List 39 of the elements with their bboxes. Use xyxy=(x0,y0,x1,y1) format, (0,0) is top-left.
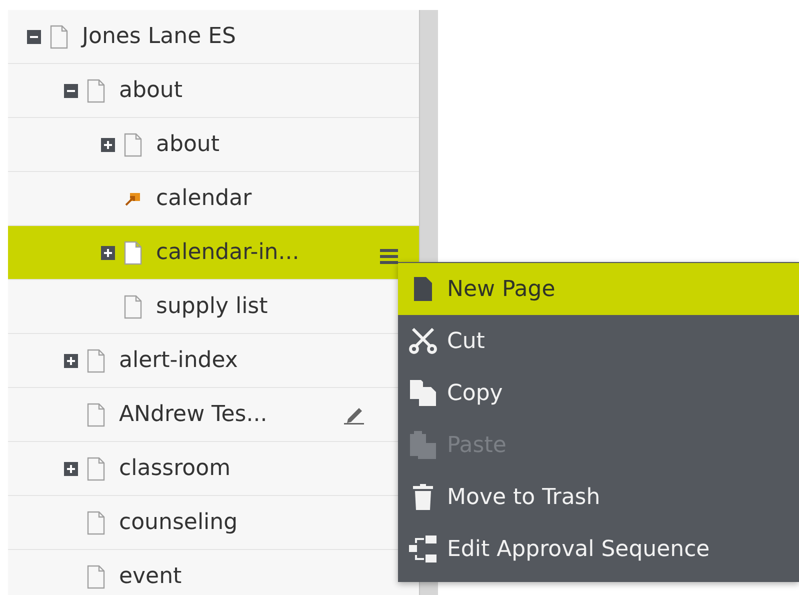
copy-icon xyxy=(409,379,437,407)
tree-row[interactable]: Jones Lane ES xyxy=(8,10,420,64)
page-icon xyxy=(413,276,433,302)
page-icon xyxy=(87,510,105,534)
page-icon xyxy=(124,294,142,318)
scissors-icon xyxy=(409,328,437,354)
page-icon xyxy=(87,456,105,480)
menu-item[interactable]: New Page xyxy=(398,263,799,315)
expand-icon[interactable] xyxy=(64,354,78,368)
tree-item-label: Jones Lane ES xyxy=(82,24,236,49)
page-icon xyxy=(87,402,105,426)
tree-item-label: counseling xyxy=(119,510,238,535)
expand-icon[interactable] xyxy=(101,138,115,152)
tree-item-label: calendar-in... xyxy=(156,240,300,265)
collapse-icon[interactable] xyxy=(64,84,78,98)
tree-item-label: alert-index xyxy=(119,348,238,373)
workflow-icon xyxy=(408,535,438,563)
clipboard-icon xyxy=(409,430,437,460)
tree-row[interactable]: about xyxy=(8,118,420,172)
page-icon xyxy=(124,240,142,264)
collapse-icon[interactable] xyxy=(27,30,41,44)
page-icon xyxy=(50,24,68,48)
tree-item-label: calendar xyxy=(156,186,252,211)
page-icon xyxy=(124,132,142,156)
expand-icon[interactable] xyxy=(64,462,78,476)
tree-item-label: classroom xyxy=(119,456,231,481)
tree-row[interactable]: calendar-in... xyxy=(8,226,420,280)
page-icon xyxy=(87,348,105,372)
tree-item-label: about xyxy=(156,132,220,157)
menu-icon[interactable] xyxy=(380,249,398,264)
expand-icon[interactable] xyxy=(101,246,115,260)
tree-item-label: about xyxy=(119,78,182,103)
tree-item-label: supply list xyxy=(156,294,268,319)
page-icon xyxy=(87,78,105,102)
page-icon xyxy=(87,564,105,588)
tree-item-label: event xyxy=(119,564,182,589)
tree-row[interactable]: about xyxy=(8,64,420,118)
trash-icon xyxy=(413,484,433,510)
tree-item-label: ANdrew Tes... xyxy=(119,402,268,427)
